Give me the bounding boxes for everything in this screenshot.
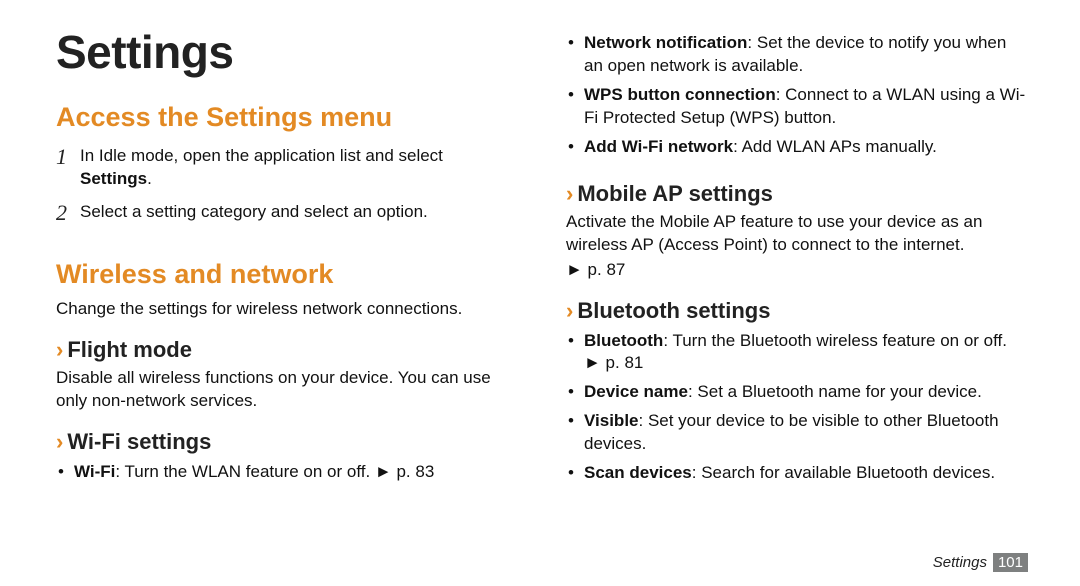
subheading-flight-mode: ›Flight mode [56, 337, 518, 363]
mobile-ap-ref: ► p. 87 [566, 259, 1028, 282]
left-column: Settings Access the Settings menu 1 In I… [56, 28, 518, 566]
subheading-mobile-ap: ›Mobile AP settings [566, 181, 1028, 207]
two-column-layout: Settings Access the Settings menu 1 In I… [56, 28, 1028, 566]
list-item: Network notification: Set the device to … [566, 32, 1028, 78]
wifi-settings-list-continued: Network notification: Set the device to … [566, 32, 1028, 165]
subheading-text: Bluetooth settings [577, 298, 770, 323]
right-column: Network notification: Set the device to … [566, 28, 1028, 566]
chevron-right-icon: › [56, 429, 63, 454]
item-term: Device name [584, 382, 688, 401]
chevron-right-icon: › [566, 181, 573, 206]
step-1: 1 In Idle mode, open the application lis… [56, 145, 518, 191]
list-item: Wi-Fi: Turn the WLAN feature on or off. … [56, 461, 518, 484]
item-ref: ► p. 81 [584, 353, 643, 372]
item-rest: : Set a Bluetooth name for your device. [688, 382, 982, 401]
item-term: Network notification [584, 33, 747, 52]
subheading-wifi-settings: ›Wi-Fi settings [56, 429, 518, 455]
list-item: Add Wi-Fi network: Add WLAN APs manually… [566, 136, 1028, 159]
item-term: Add Wi-Fi network [584, 137, 733, 156]
list-item: Scan devices: Search for available Bluet… [566, 462, 1028, 485]
step-text-pre: In Idle mode, open the application list … [80, 146, 443, 165]
item-term: Visible [584, 411, 639, 430]
item-term: WPS button connection [584, 85, 776, 104]
section-heading-access: Access the Settings menu [56, 102, 518, 133]
page-footer: Settings 101 [933, 553, 1028, 572]
page-number: 101 [993, 553, 1028, 572]
step-text-bold: Settings [80, 169, 147, 188]
item-rest: : Set your device to be visible to other… [584, 411, 999, 453]
mobile-ap-body: Activate the Mobile AP feature to use yo… [566, 211, 1028, 257]
section-intro: Change the settings for wireless network… [56, 298, 518, 321]
item-term: Wi-Fi [74, 462, 115, 481]
item-rest: : Search for available Bluetooth devices… [692, 463, 995, 482]
step-body: In Idle mode, open the application list … [80, 145, 518, 191]
list-item: WPS button connection: Connect to a WLAN… [566, 84, 1028, 130]
chevron-right-icon: › [566, 298, 573, 323]
wifi-settings-list: Wi-Fi: Turn the WLAN feature on or off. … [56, 461, 518, 490]
list-item: Visible: Set your device to be visible t… [566, 410, 1028, 456]
item-term: Scan devices [584, 463, 692, 482]
item-rest: : Turn the Bluetooth wireless feature on… [663, 331, 1007, 350]
subheading-text: Flight mode [67, 337, 192, 362]
subheading-text: Wi-Fi settings [67, 429, 211, 454]
subheading-text: Mobile AP settings [577, 181, 773, 206]
flight-mode-body: Disable all wireless functions on your d… [56, 367, 518, 413]
step-text-post: . [147, 169, 152, 188]
step-number: 1 [56, 145, 80, 191]
page-title: Settings [56, 28, 518, 76]
list-item: Device name: Set a Bluetooth name for yo… [566, 381, 1028, 404]
footer-label: Settings [933, 554, 987, 571]
subheading-bluetooth: ›Bluetooth settings [566, 298, 1028, 324]
step-2: 2 Select a setting category and select a… [56, 201, 518, 225]
step-body: Select a setting category and select an … [80, 201, 518, 225]
item-rest: : Turn the WLAN feature on or off. ► p. … [115, 462, 434, 481]
item-rest: : Add WLAN APs manually. [733, 137, 937, 156]
chevron-right-icon: › [56, 337, 63, 362]
bluetooth-settings-list: Bluetooth: Turn the Bluetooth wireless f… [566, 330, 1028, 492]
page: Settings Access the Settings menu 1 In I… [0, 0, 1080, 586]
item-term: Bluetooth [584, 331, 663, 350]
section-heading-wireless: Wireless and network [56, 259, 518, 290]
step-number: 2 [56, 201, 80, 225]
list-item: Bluetooth: Turn the Bluetooth wireless f… [566, 330, 1028, 376]
